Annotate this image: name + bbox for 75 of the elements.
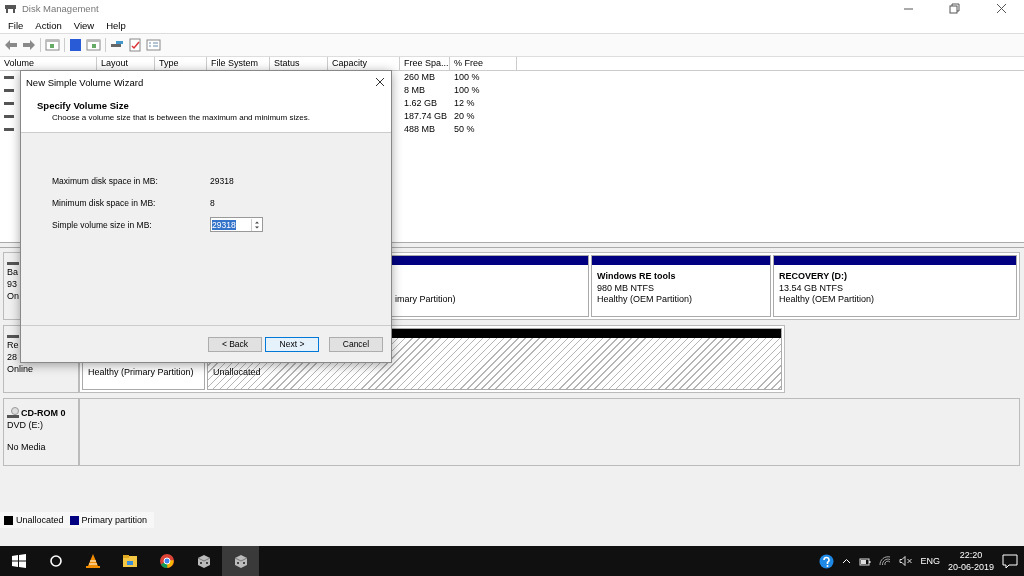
- dialog-heading: Specify Volume Size: [37, 100, 130, 111]
- table-cell-text: 12 %: [453, 97, 476, 109]
- disk-info: 93: [7, 278, 18, 290]
- field-value: 8: [210, 197, 215, 208]
- dialog-button[interactable]: Next >: [265, 336, 319, 352]
- taskbar-button[interactable]: [222, 546, 259, 576]
- disk-info: Ba: [7, 266, 19, 278]
- dialog-title: New Simple Volume Wizard: [26, 76, 144, 88]
- menu-item[interactable]: Help: [100, 19, 132, 31]
- checklist-icon[interactable]: [128, 38, 142, 52]
- legend-label: Primary partition: [81, 515, 148, 525]
- panel-icon[interactable]: [45, 38, 60, 52]
- disk-drive-icon[interactable]: [232, 553, 249, 569]
- field-label: Simple volume size in MB:: [52, 219, 153, 230]
- menu-item[interactable]: View: [67, 19, 101, 31]
- partition[interactable]: Windows RE tools 980 MB NTFS Healthy (OEM Partition): [591, 255, 771, 317]
- table-cell-text: 20 %: [453, 109, 476, 122]
- table-cell-text: 8 MB: [403, 84, 426, 97]
- battery-icon[interactable]: [859, 556, 872, 566]
- partition-status: imary Partition): [395, 294, 457, 306]
- notification-icon[interactable]: [1002, 553, 1018, 569]
- legend-label: Unallocated: [16, 515, 64, 525]
- app-icon: [4, 3, 17, 14]
- table-cell-text: 187.74 GB: [403, 109, 449, 122]
- disk-info: DVD (E:): [7, 419, 44, 431]
- size-spinner[interactable]: 29318: [210, 217, 263, 232]
- partition-name: Windows RE tools: [597, 271, 677, 283]
- close-icon[interactable]: [375, 77, 385, 87]
- chevron-icon[interactable]: [842, 558, 852, 564]
- partition-status: Unallocated: [213, 367, 262, 379]
- partition-size: 980 MB NTFS: [597, 282, 655, 294]
- clock-date[interactable]: 20-06-2019: [947, 561, 994, 573]
- partition-size: 13.54 GB NTFS: [779, 282, 845, 294]
- cone-icon[interactable]: [84, 553, 101, 569]
- forward-icon[interactable]: [22, 38, 36, 52]
- field-value: 29318: [210, 175, 234, 186]
- menu-item[interactable]: File: [2, 19, 30, 31]
- dialog-subtitle: Choose a volume size that is between the maximum and minimum sizes.: [51, 113, 311, 122]
- table-cell-text: 1.62 GB: [403, 97, 439, 109]
- field-label: Minimum disk space in MB:: [52, 197, 157, 208]
- partition[interactable]: RECOVERY (D:) 13.54 GB NTFS Healthy (OEM Partition): [773, 255, 1017, 317]
- disk-info: No Media: [7, 441, 47, 453]
- clock-time[interactable]: 22:20: [959, 549, 983, 561]
- window-title: Disk Management: [22, 3, 99, 14]
- table-cell-text: 100 %: [453, 84, 481, 97]
- panel-icon[interactable]: [86, 38, 101, 52]
- folder-icon[interactable]: [121, 553, 138, 569]
- table-cell-text: 260 MB: [403, 71, 437, 84]
- column-header[interactable]: Free Spa...: [400, 57, 450, 70]
- menu-item[interactable]: Action: [29, 19, 68, 31]
- partition-status: Healthy (OEM Partition): [597, 294, 694, 306]
- partition-name: RECOVERY (D:): [779, 271, 848, 283]
- disk-info: Online: [7, 363, 34, 375]
- wifi-icon[interactable]: [879, 556, 892, 566]
- cd-drive-icon: [7, 407, 20, 419]
- browser-icon[interactable]: [158, 553, 175, 569]
- dialog-button[interactable]: < Back: [208, 336, 262, 352]
- column-header[interactable]: % Free: [450, 57, 517, 70]
- partition-status: Healthy (Primary Partition): [88, 367, 195, 379]
- search-icon[interactable]: [48, 554, 63, 568]
- partition-status: Healthy (OEM Partition): [779, 294, 876, 306]
- disk-drive-icon[interactable]: [195, 553, 212, 569]
- table-cell-text: 50 %: [453, 122, 476, 135]
- disk-info: Re: [7, 339, 20, 351]
- start-icon[interactable]: [11, 554, 26, 568]
- field-label: Maximum disk space in MB:: [52, 175, 159, 186]
- dialog-button[interactable]: Cancel: [329, 336, 383, 352]
- language-indicator[interactable]: ENG: [920, 556, 940, 566]
- back-icon[interactable]: [4, 38, 18, 52]
- disk-info: On: [7, 290, 20, 302]
- disk-name: CD-ROM 0: [21, 407, 66, 419]
- table-cell-text: 488 MB: [403, 122, 437, 135]
- table-cell-text: 100 %: [453, 71, 481, 84]
- disk-info: 28: [7, 351, 18, 363]
- muted-speaker-icon[interactable]: [899, 556, 913, 566]
